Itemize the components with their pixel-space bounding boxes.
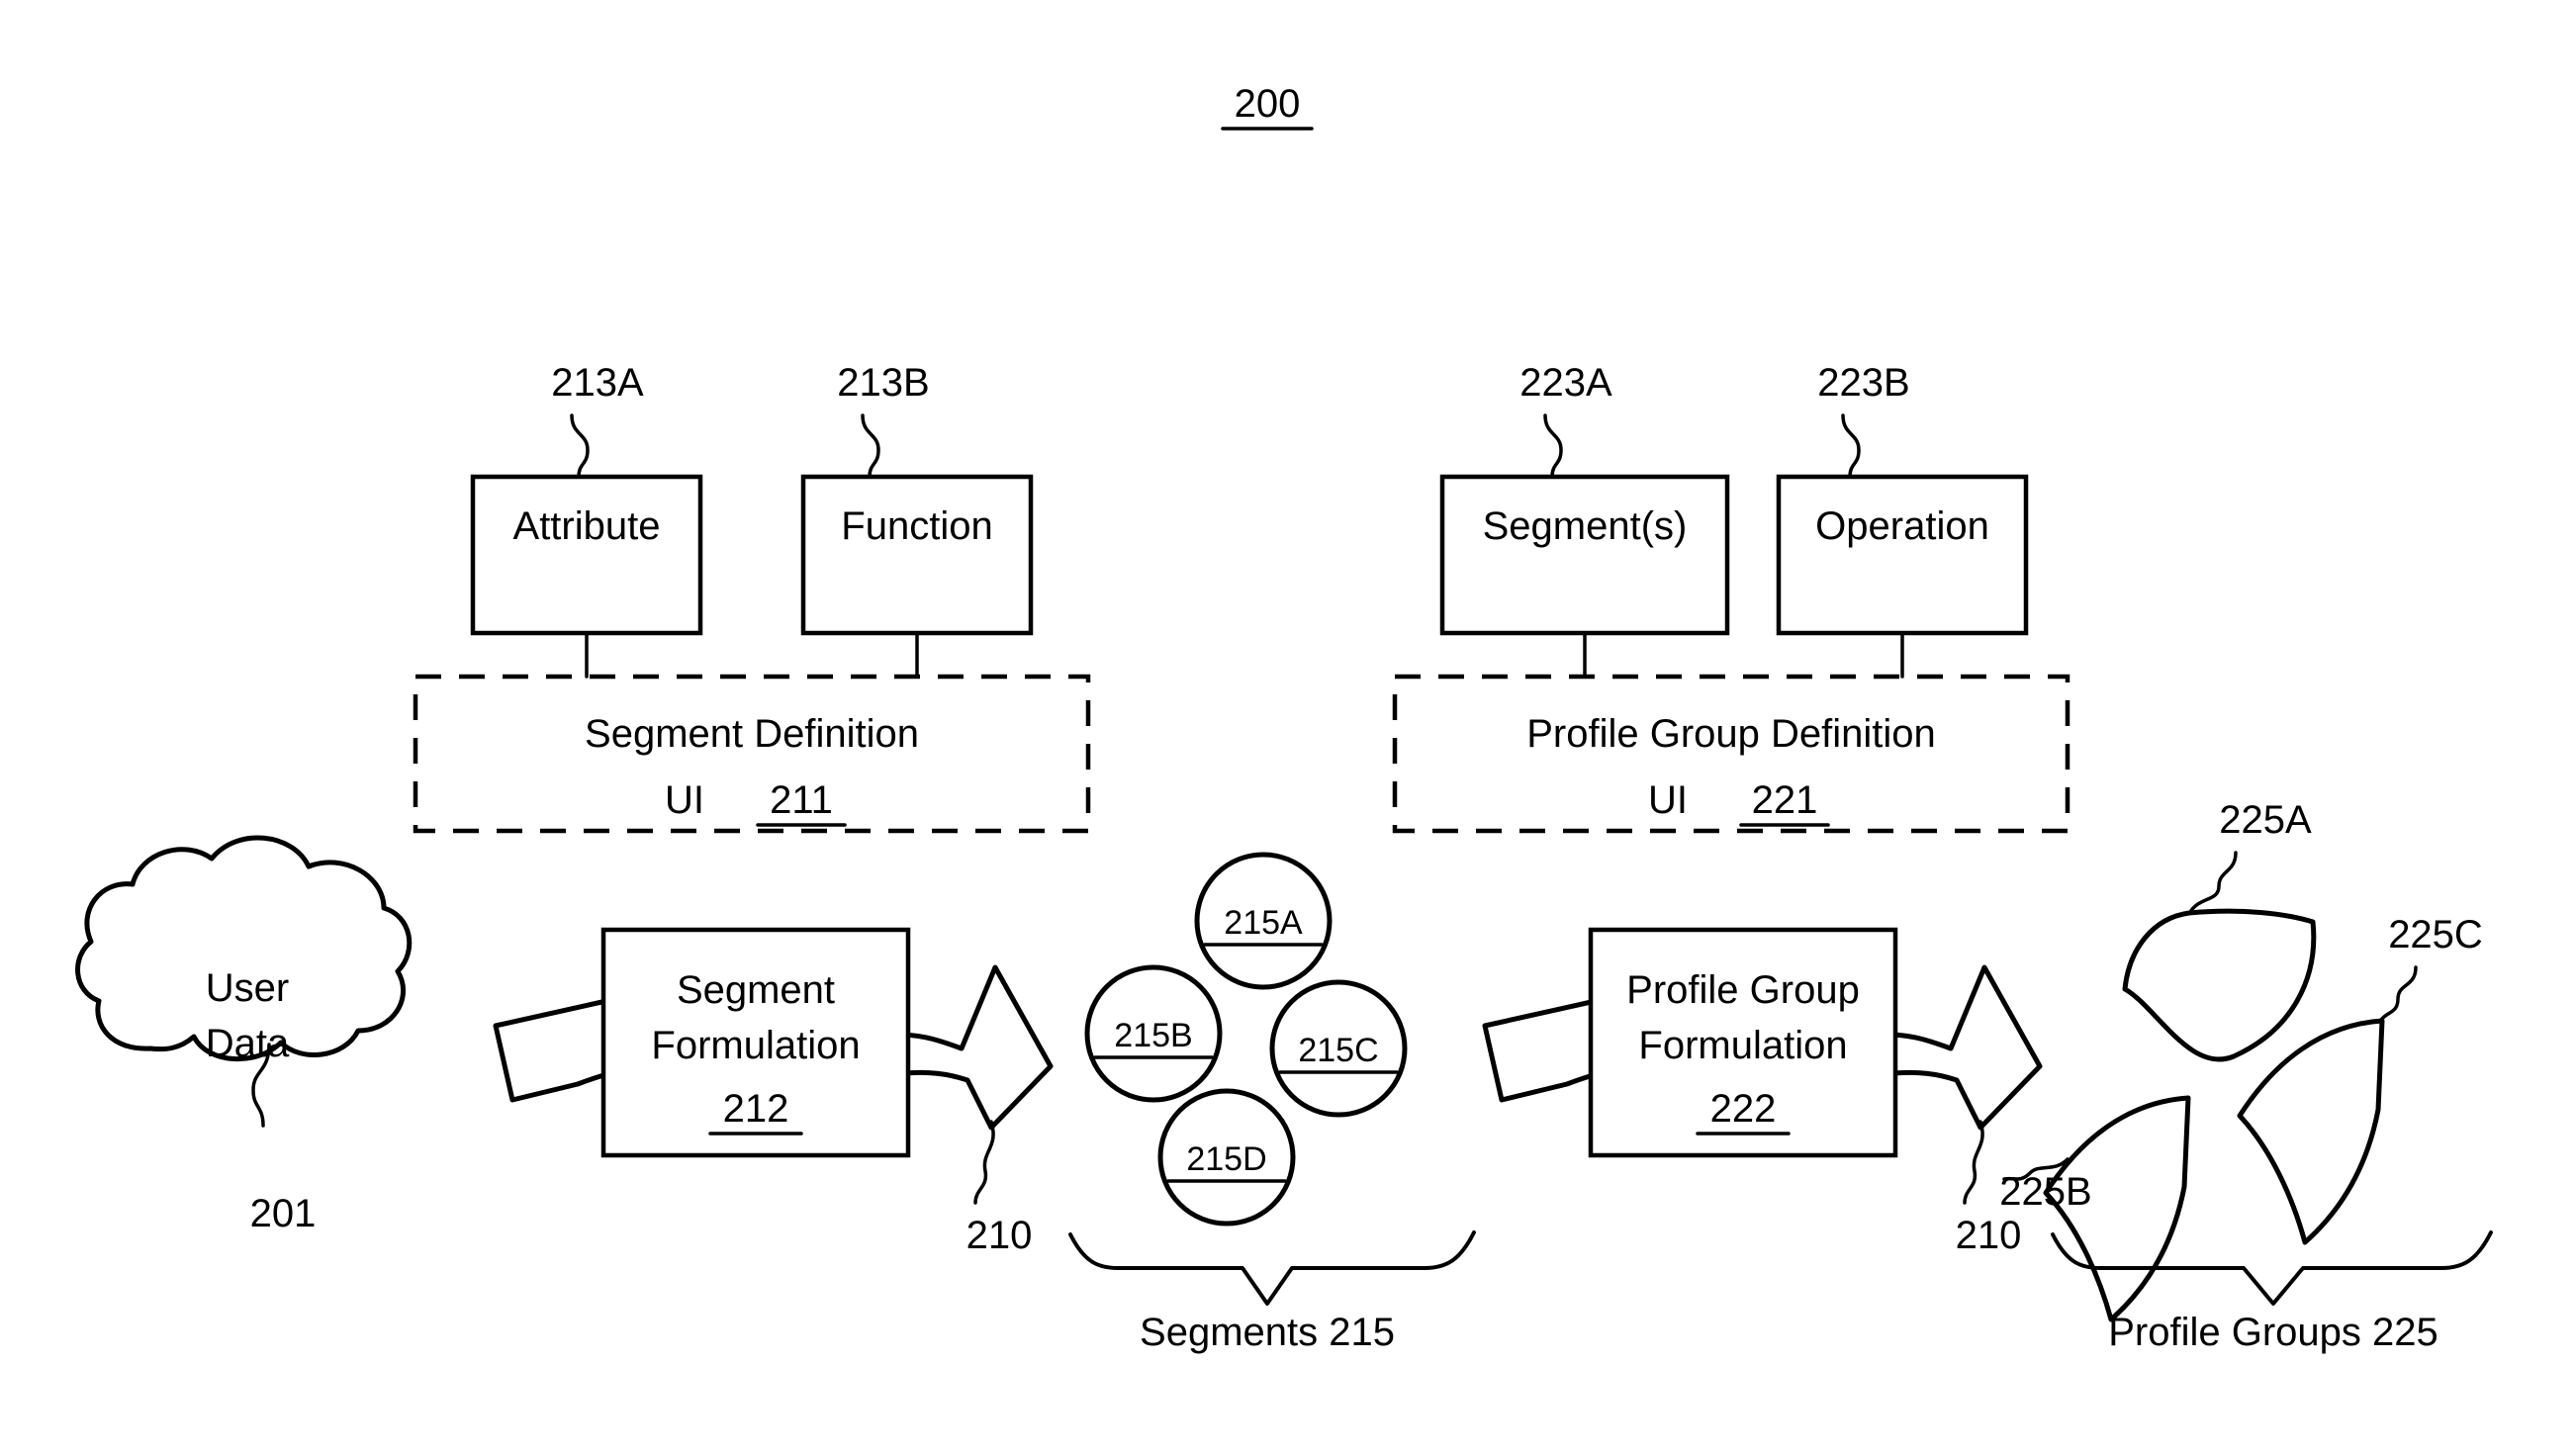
profile-group-sector-c bbox=[2237, 1018, 2385, 1245]
user-data-cloud-group: User Data 201 bbox=[75, 835, 413, 1235]
ref-225c: 225C bbox=[2388, 913, 2483, 956]
segments-input-box bbox=[1439, 474, 1730, 636]
attribute-box-label: Attribute bbox=[513, 504, 661, 548]
segments-output-group: 215A 215B 215C 215D Segments 215 bbox=[1068, 852, 1476, 1354]
segment-circle-215b: 215B bbox=[1084, 964, 1223, 1103]
segment-formulation-ref: 212 bbox=[723, 1087, 789, 1131]
figure-number-group: 200 bbox=[1221, 82, 1314, 131]
profile-group-definition-ui-subtitle: UI bbox=[1648, 778, 1688, 822]
function-node: 213B Function bbox=[800, 361, 1034, 679]
ref-213b: 213B bbox=[837, 361, 929, 405]
leader-line-223b bbox=[1841, 413, 1861, 479]
profile-group-shape-225a: 225A bbox=[2122, 798, 2317, 1062]
segments-input-box-label: Segment(s) bbox=[1483, 504, 1688, 548]
profile-group-definition-ui: Profile Group Definition UI 221 bbox=[1392, 674, 2070, 834]
segment-circle-label-d: 215D bbox=[1186, 1140, 1266, 1178]
segment-circle-label-b: 215B bbox=[1114, 1017, 1192, 1054]
ref-225a: 225A bbox=[2219, 798, 2312, 842]
ref-223b: 223B bbox=[1817, 361, 1909, 405]
function-box bbox=[800, 474, 1034, 636]
ref-213a: 213A bbox=[551, 361, 644, 405]
segment-circle-215c: 215C bbox=[1269, 979, 1408, 1118]
leader-line-225c bbox=[2376, 965, 2418, 1027]
profile-group-formulation-label-line2: Formulation bbox=[1638, 1024, 1847, 1067]
leader-line-213b bbox=[861, 413, 880, 479]
profile-group-lens-a bbox=[2122, 908, 2317, 1062]
operation-box bbox=[1776, 474, 2029, 636]
leader-line-210-right bbox=[1963, 1120, 1984, 1205]
figure-number: 200 bbox=[1235, 82, 1301, 126]
attribute-node: 213A Attribute bbox=[470, 361, 703, 679]
leader-line-213a bbox=[570, 413, 590, 479]
ref-210-left: 210 bbox=[966, 1214, 1033, 1257]
segments-brace-label: Segments 215 bbox=[1140, 1311, 1395, 1354]
profile-group-formulation-node: Profile Group Formulation 222 bbox=[1588, 927, 1898, 1158]
segments-input-node: 223A Segment(s) bbox=[1439, 361, 1730, 679]
profile-group-formulation-ref: 222 bbox=[1710, 1087, 1777, 1131]
ref-223a: 223A bbox=[1519, 361, 1612, 405]
profile-groups-brace-label: Profile Groups 225 bbox=[2108, 1311, 2438, 1354]
segment-circle-label-c: 215C bbox=[1298, 1032, 1378, 1069]
function-box-label: Function bbox=[841, 504, 992, 548]
operation-node: 223B Operation bbox=[1776, 361, 2029, 679]
segment-definition-ui-ref: 211 bbox=[770, 778, 833, 822]
user-data-label-line2: Data bbox=[206, 1022, 290, 1065]
leader-line-210-left bbox=[973, 1120, 995, 1205]
segment-definition-ui-title: Segment Definition bbox=[585, 712, 919, 756]
profile-group-definition-ui-title: Profile Group Definition bbox=[1526, 712, 1936, 756]
leader-line-223a bbox=[1543, 413, 1563, 479]
segment-formulation-node: Segment Formulation 212 bbox=[600, 927, 911, 1158]
profile-groups-output-group: 225A 225C 225B 225B Profile Groups 225 bbox=[1999, 798, 2493, 1354]
ref-225b-label: 225B bbox=[1999, 1170, 2091, 1214]
segment-formulation-label-line1: Segment bbox=[677, 968, 835, 1012]
leader-line-225a bbox=[2187, 851, 2238, 916]
segment-definition-ui: Segment Definition UI 211 bbox=[413, 674, 1091, 834]
ref-201: 201 bbox=[250, 1192, 317, 1235]
ref-210-right: 210 bbox=[1956, 1214, 2022, 1257]
profile-group-definition-ui-ref: 221 bbox=[1752, 778, 1818, 822]
figure-canvas: 200 213A Attribute 213B Function Segment… bbox=[75, 82, 2493, 1354]
segment-definition-ui-subtitle: UI bbox=[665, 778, 704, 822]
attribute-box bbox=[470, 474, 703, 636]
segment-circle-label-a: 215A bbox=[1224, 904, 1303, 942]
segment-formulation-label-line2: Formulation bbox=[651, 1024, 860, 1067]
segment-circle-215d: 215D bbox=[1157, 1088, 1296, 1227]
user-data-label-line1: User bbox=[206, 966, 289, 1010]
profile-group-formulation-label-line1: Profile Group bbox=[1626, 968, 1860, 1012]
segments-brace bbox=[1068, 1230, 1476, 1306]
segment-circle-215a: 215A bbox=[1194, 852, 1333, 990]
profile-group-shape-225b: 225B 225B bbox=[1999, 1095, 2191, 1322]
patent-figure-200: 200 213A Attribute 213B Function Segment… bbox=[0, 0, 2576, 1455]
operation-box-label: Operation bbox=[1815, 504, 1989, 548]
